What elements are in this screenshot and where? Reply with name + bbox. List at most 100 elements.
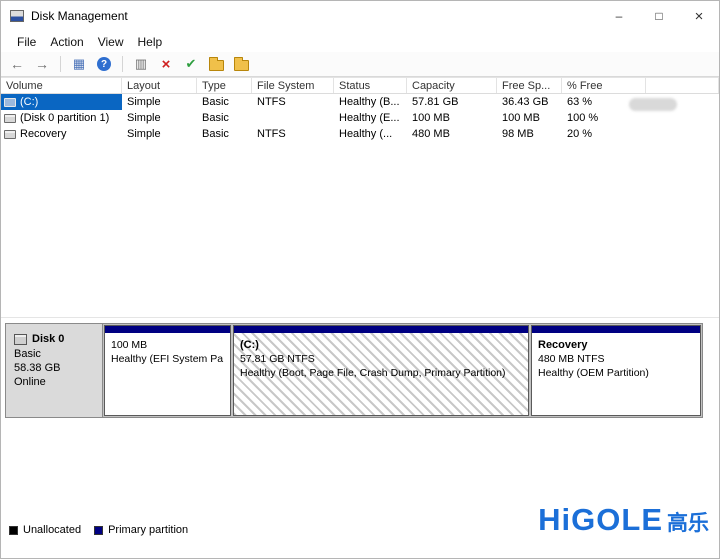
pct-free-cell: 100 % (562, 110, 646, 126)
disk-0-panel[interactable]: Disk 0 Basic 58.38 GB Online (6, 324, 103, 417)
primary-partition-swatch (94, 526, 103, 535)
menubar: File Action View Help (1, 31, 719, 52)
status-cell: Healthy (E... (334, 110, 407, 126)
table-row-c[interactable]: (C:) Simple Basic NTFS Healthy (B... 57.… (1, 94, 719, 110)
status-cell: Healthy (B... (334, 94, 407, 110)
volume-cell[interactable]: (Disk 0 partition 1) (1, 110, 122, 126)
layout-cell: Simple (122, 110, 197, 126)
column-capacity[interactable]: Capacity (407, 78, 497, 93)
drive-icon (4, 130, 16, 139)
mark-active-icon[interactable]: ✔ (182, 55, 200, 73)
volume-name: (Disk 0 partition 1) (20, 110, 109, 126)
column-status[interactable]: Status (334, 78, 407, 93)
volume-list: Volume Layout Type File System Status Ca… (1, 77, 719, 317)
type-cell: Basic (197, 126, 252, 142)
volume-cell-selected[interactable]: (C:) (1, 94, 122, 110)
pct-free-cell: 20 % (562, 126, 646, 142)
open-folder-icon[interactable] (207, 55, 225, 73)
help-icon[interactable]: ? (97, 57, 111, 71)
console-tree-icon[interactable]: ▦ (70, 55, 88, 73)
column-file-system[interactable]: File System (252, 78, 334, 93)
toolbar-separator (122, 56, 123, 72)
column-filler (646, 78, 719, 93)
column-pct-free[interactable]: % Free (562, 78, 646, 93)
fs-cell: NTFS (252, 94, 334, 110)
disk-icon (14, 334, 27, 345)
partition-c[interactable]: (C:) 57.81 GB NTFS Healthy (Boot, Page F… (233, 325, 529, 416)
watermark-brand: HiGOLE (538, 502, 663, 538)
fs-cell (252, 110, 334, 126)
disk-size: 58.38 GB (14, 361, 102, 375)
partitions-strip: 100 MB Healthy (EFI System Pa (C:) 57.81… (103, 324, 702, 417)
partition-status: Healthy (OEM Partition) (538, 366, 700, 380)
column-layout[interactable]: Layout (122, 78, 197, 93)
disk-type: Basic (14, 347, 102, 361)
column-type[interactable]: Type (197, 78, 252, 93)
partition-size: 480 MB NTFS (538, 352, 700, 366)
explore-folder-icon[interactable] (232, 55, 250, 73)
higole-watermark: HiGOLE 高乐 (538, 502, 709, 538)
folder-search-icon (234, 60, 249, 71)
menu-view[interactable]: View (91, 33, 131, 51)
type-cell: Basic (197, 94, 252, 110)
capacity-cell: 100 MB (407, 110, 497, 126)
fs-cell: NTFS (252, 126, 334, 142)
legend-label: Primary partition (108, 524, 188, 536)
disk-0-row: Disk 0 Basic 58.38 GB Online 100 MB Heal… (5, 323, 703, 418)
partition-status: Healthy (Boot, Page File, Crash Dump, Pr… (240, 366, 528, 380)
capacity-cell: 480 MB (407, 126, 497, 142)
volume-cell[interactable]: Recovery (1, 126, 122, 142)
close-button[interactable]: × (679, 1, 719, 31)
column-volume[interactable]: Volume (1, 78, 122, 93)
partition-color-bar (105, 326, 230, 333)
titlebar: Disk Management – □ × (1, 1, 719, 31)
menu-action[interactable]: Action (43, 33, 90, 51)
delete-volume-icon[interactable]: × (157, 55, 175, 73)
disk-status: Online (14, 375, 102, 389)
toolbar-separator (60, 56, 61, 72)
table-row-recovery[interactable]: Recovery Simple Basic NTFS Healthy (... … (1, 126, 719, 142)
disk-name: Disk 0 (32, 333, 64, 345)
free-cell: 36.43 GB (497, 94, 562, 110)
status-cell: Healthy (... (334, 126, 407, 142)
forward-icon[interactable]: → (33, 55, 51, 73)
legend-unallocated: Unallocated (9, 524, 81, 536)
minimize-button[interactable]: – (599, 1, 639, 31)
blurred-text (629, 98, 677, 111)
layout-cell: Simple (122, 94, 197, 110)
menu-help[interactable]: Help (131, 33, 170, 51)
back-icon[interactable]: ← (8, 55, 26, 73)
table-row-partition1[interactable]: (Disk 0 partition 1) Simple Basic Health… (1, 110, 719, 126)
layout-cell: Simple (122, 126, 197, 142)
legend-label: Unallocated (23, 524, 81, 536)
drive-icon (4, 98, 16, 107)
watermark-cjk: 高乐 (667, 507, 709, 537)
partition-color-bar (234, 326, 528, 333)
list-header: Volume Layout Type File System Status Ca… (1, 77, 719, 94)
free-cell: 100 MB (497, 110, 562, 126)
views-icon[interactable]: ▥ (132, 55, 150, 73)
capacity-cell: 57.81 GB (407, 94, 497, 110)
drive-icon (4, 114, 16, 123)
column-free-space[interactable]: Free Sp... (497, 78, 562, 93)
partition-size: 100 MB (111, 338, 230, 352)
unallocated-swatch (9, 526, 18, 535)
partition-efi[interactable]: 100 MB Healthy (EFI System Pa (104, 325, 231, 416)
partition-size: 57.81 GB NTFS (240, 352, 528, 366)
maximize-button[interactable]: □ (639, 1, 679, 31)
type-cell: Basic (197, 110, 252, 126)
app-icon (10, 10, 24, 22)
partition-name: Recovery (538, 338, 700, 352)
toolbar: ← → ▦ ? ▥ × ✔ (1, 52, 719, 77)
volume-name: Recovery (20, 126, 66, 142)
window-controls: – □ × (599, 1, 719, 31)
disk-management-window: Disk Management – □ × File Action View H… (0, 0, 720, 559)
partition-recovery[interactable]: Recovery 480 MB NTFS Healthy (OEM Partit… (531, 325, 701, 416)
free-cell: 98 MB (497, 126, 562, 142)
window-title: Disk Management (31, 9, 599, 23)
partition-name: (C:) (240, 338, 528, 352)
folder-icon (209, 60, 224, 71)
menu-file[interactable]: File (10, 33, 43, 51)
partition-color-bar (532, 326, 700, 333)
legend-primary-partition: Primary partition (94, 524, 188, 536)
